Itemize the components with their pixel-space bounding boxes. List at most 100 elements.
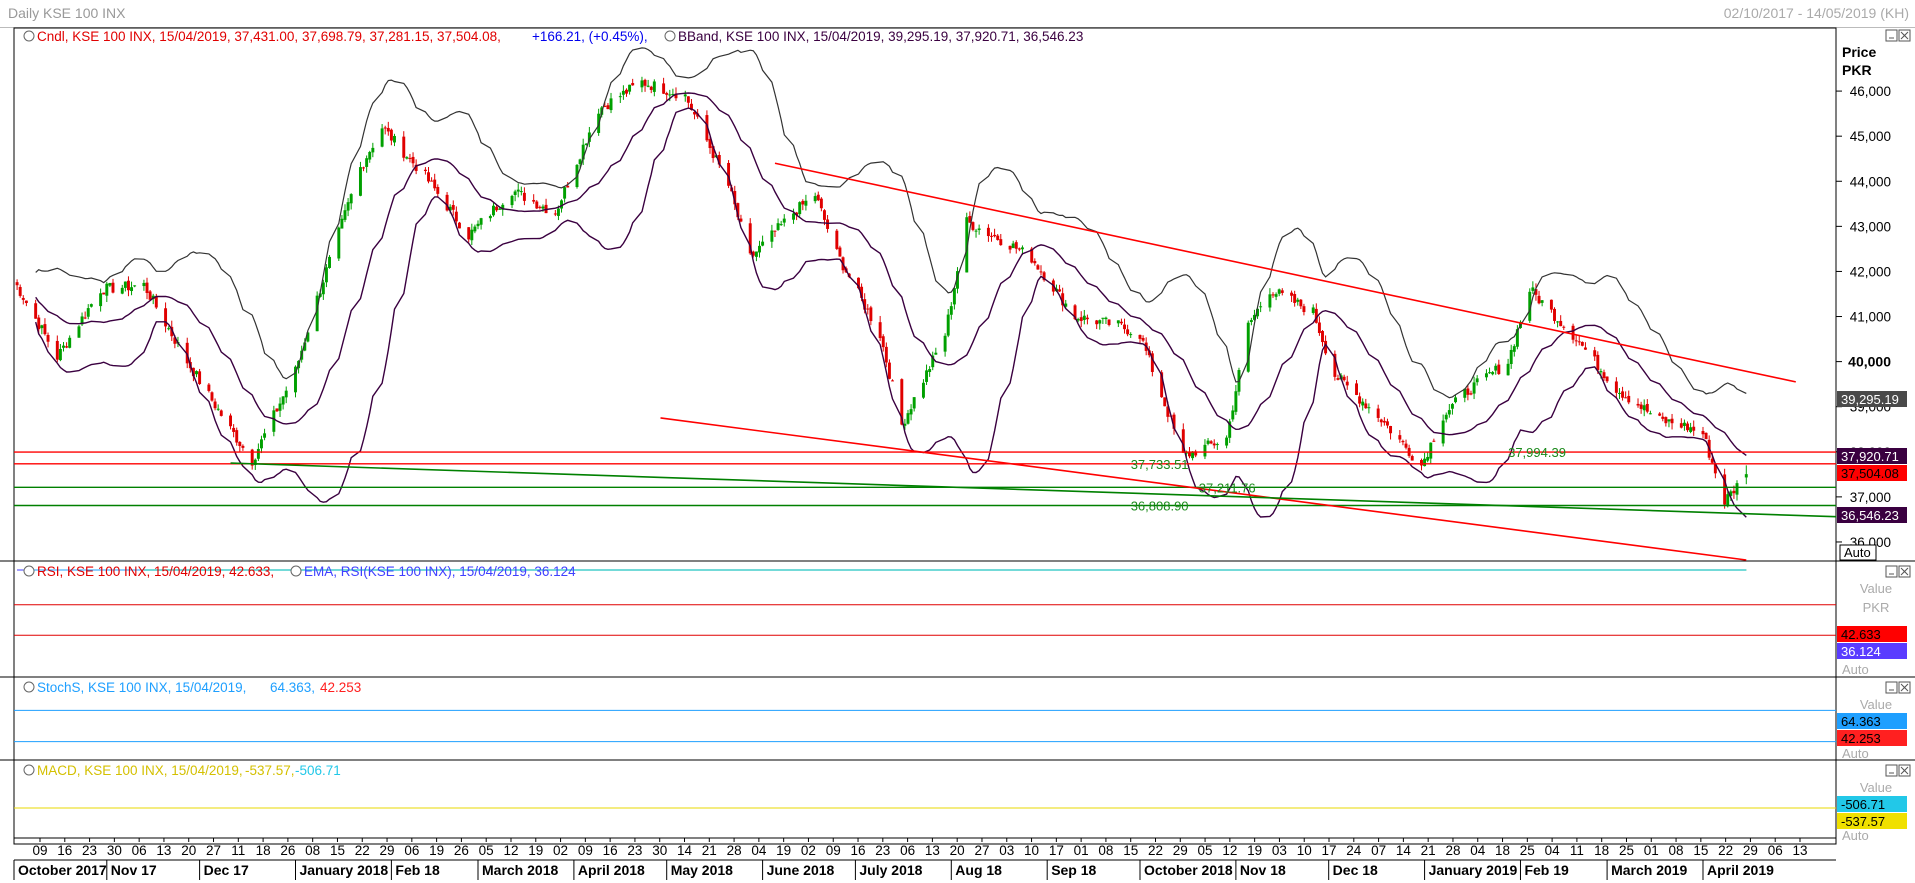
candle-body [263,433,267,438]
candle-body [618,96,622,98]
legend-macd: MACD, KSE 100 INX, 15/04/2019, [37,763,243,778]
candle-body [813,196,817,202]
badge-signal: -506.71 [1841,797,1885,812]
candle-body [68,337,72,348]
candle-body [15,282,19,286]
candle-body [427,172,430,182]
legend-toggle-icon[interactable] [23,764,35,776]
candle-body [1491,372,1495,375]
minimize-icon[interactable] [1885,764,1898,777]
candle-body [498,208,502,210]
candle-body [1549,299,1553,310]
candle-body [977,228,981,231]
candle-body [198,371,202,385]
minimize-icon[interactable] [1885,29,1898,42]
candle-body [1426,456,1430,461]
legend-toggle-icon[interactable] [23,30,35,42]
legend-rsi: RSI, KSE 100 INX, 15/04/2019, 42.633, [37,564,274,579]
legend-toggle-icon[interactable] [23,565,35,577]
candle-body [1689,427,1693,432]
candle-body [423,169,427,172]
candle-body [1336,378,1340,380]
candle-body [1441,420,1445,444]
candle-body [120,287,124,294]
candle-body [1562,326,1566,328]
candle-body [999,239,1003,246]
minimize-icon[interactable] [1885,565,1898,578]
candle-body [284,390,288,398]
x-tick-label: 11 [231,843,245,858]
rsi-legend: RSI, KSE 100 INX, 15/04/2019, 42.633, EM… [23,564,576,579]
candle-body [609,98,613,111]
candle-body [371,147,375,153]
candle-body [683,94,687,97]
axis-title-price: Price [1842,44,1876,60]
candle-body [1321,331,1324,343]
candle-body [971,222,975,230]
candle-body [1639,404,1643,409]
close-icon[interactable] [1898,681,1911,694]
auto-label[interactable]: Auto [1842,746,1869,761]
legend-toggle-icon[interactable] [23,681,35,693]
candle-body [1249,320,1253,323]
x-tick-label: 13 [925,843,940,858]
auto-label[interactable]: Auto [1842,828,1869,843]
candle-body [668,94,672,96]
candle-body [1271,294,1275,296]
candle-body [433,179,437,189]
minimize-icon[interactable] [1885,681,1898,694]
close-icon[interactable] [1898,29,1911,42]
candle-body [1664,417,1668,424]
month-label: January 2019 [1429,862,1518,878]
candle-body [1636,403,1640,406]
x-tick-label: 12 [503,843,518,858]
candle-body [358,167,362,196]
candle-body [1033,261,1037,264]
candle-body [646,85,650,87]
auto-label[interactable]: Auto [1842,662,1869,677]
legend-toggle-icon[interactable] [290,565,302,577]
candle-body [1290,292,1294,296]
legend-stoch-k: 64.363, [270,680,315,695]
close-icon[interactable] [1898,565,1911,578]
candle-body [346,202,350,211]
y-tick-label: 44,000 [1850,174,1891,189]
candle-body [798,202,802,215]
candle-body [1203,444,1207,457]
candle-body [229,415,233,427]
x-tick-label: 04 [751,843,767,858]
y-tick-label: 41,000 [1850,310,1891,325]
candle-body [838,247,842,257]
chart-canvas[interactable]: Cndl, KSE 100 INX, 15/04/2019, 37,431.00… [0,0,1915,883]
candle-body [21,297,25,300]
candle-body [1101,317,1105,319]
x-tick-label: 10 [1024,843,1039,858]
candle-body [278,403,282,411]
candle-body [457,222,461,229]
candle-body [1420,460,1423,466]
candle-body [83,317,87,319]
candle-body [238,441,242,447]
candle-body [1163,397,1167,407]
candle-body [1299,299,1303,307]
x-tick-label: 19 [1247,843,1262,858]
candle-body [974,230,978,232]
legend-toggle-icon[interactable] [664,30,676,42]
x-tick-label: 30 [107,843,122,858]
candle-body [368,152,372,160]
x-tick-label: 18 [1495,843,1510,858]
candle-body [386,127,390,132]
candle-body [105,283,109,296]
month-label: October 2017 [18,862,107,878]
close-icon[interactable] [1898,764,1911,777]
candle-body [1126,329,1130,335]
candle-body [628,84,632,92]
candle-body [519,191,523,193]
overlay-lines [14,162,1837,561]
x-tick-label: 04 [1470,843,1486,858]
candle-body [24,300,28,304]
x-tick-label: 22 [1148,843,1163,858]
candle-body [946,314,950,336]
price-legend: Cndl, KSE 100 INX, 15/04/2019, 37,431.00… [23,29,1083,44]
candle-body [993,234,997,237]
